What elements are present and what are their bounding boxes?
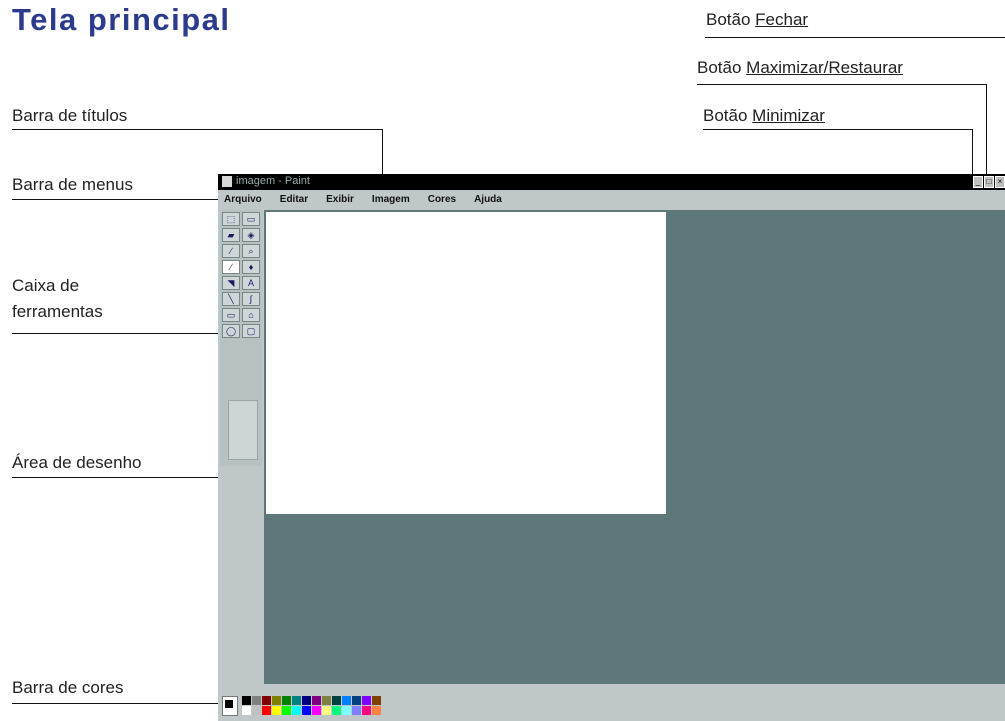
color-swatch[interactable] xyxy=(312,696,321,705)
text-icon[interactable]: A xyxy=(242,276,260,290)
color-swatch[interactable] xyxy=(252,696,261,705)
menu-exibir[interactable]: Exibir xyxy=(326,194,354,205)
fill-icon[interactable]: ◈ xyxy=(242,228,260,242)
leader-line-maximizar xyxy=(697,84,987,85)
toolbox: ⬚ ▭ ▰ ◈ ∕ ⌕ ∕ ♦ ◥ A ╲ ∫ ▭ ⌂ ◯ ▢ xyxy=(220,210,262,466)
color-swatch[interactable] xyxy=(332,706,341,715)
callout-menus: Barra de menus xyxy=(12,175,133,194)
callout-maximizar: Botão Maximizar/Restaurar xyxy=(697,58,903,78)
leader-line-titulos xyxy=(12,129,382,130)
brush-icon[interactable]: ♦ xyxy=(242,260,260,274)
free-select-icon[interactable]: ⬚ xyxy=(222,212,240,226)
color-swatch[interactable] xyxy=(262,696,271,705)
window-controls: _ □ × xyxy=(973,176,1005,188)
color-swatch[interactable] xyxy=(302,706,311,715)
color-bar xyxy=(218,690,1005,721)
callout-prefix: Botão xyxy=(706,10,756,29)
color-swatch[interactable] xyxy=(312,706,321,715)
color-swatch[interactable] xyxy=(282,696,291,705)
color-swatch[interactable] xyxy=(292,696,301,705)
color-palette xyxy=(242,696,381,715)
callout-link: Minimizar xyxy=(752,106,825,125)
callout-link: Fechar xyxy=(755,10,809,29)
leader-line-minimizar xyxy=(703,129,973,130)
menu-ajuda[interactable]: Ajuda xyxy=(474,194,502,205)
curve-icon[interactable]: ∫ xyxy=(242,292,260,306)
paint-window: imagem - Paint _ □ × Arquivo Editar Exib… xyxy=(218,174,1005,721)
title-bar[interactable]: imagem - Paint _ □ × xyxy=(218,174,1005,190)
color-swatch[interactable] xyxy=(372,696,381,705)
callout-prefix: Botão xyxy=(703,106,753,125)
color-swatch[interactable] xyxy=(362,696,371,705)
callout-minimizar: Botão Minimizar xyxy=(703,106,825,126)
leader-line-cores xyxy=(12,703,222,704)
leader-line-titulos-drop xyxy=(382,129,383,175)
color-swatch[interactable] xyxy=(272,696,281,705)
color-swatch[interactable] xyxy=(282,706,291,715)
minimize-button[interactable]: _ xyxy=(973,176,983,188)
menu-editar[interactable]: Editar xyxy=(280,194,308,205)
color-swatch[interactable] xyxy=(262,706,271,715)
current-colors xyxy=(222,696,238,716)
workspace xyxy=(264,210,1005,684)
pencil-icon[interactable]: ∕ xyxy=(222,260,240,274)
callout-desenho: Área de desenho xyxy=(12,453,142,472)
menu-bar: Arquivo Editar Exibir Imagem Cores Ajuda xyxy=(218,190,1005,208)
color-swatch[interactable] xyxy=(322,706,331,715)
color-swatch[interactable] xyxy=(322,696,331,705)
color-swatch[interactable] xyxy=(352,696,361,705)
menu-cores[interactable]: Cores xyxy=(428,194,456,205)
color-swatch[interactable] xyxy=(372,706,381,715)
color-swatch[interactable] xyxy=(302,696,311,705)
leader-line-minimizar-drop xyxy=(972,129,973,176)
color-swatch[interactable] xyxy=(292,706,301,715)
callout-titulos: Barra de títulos xyxy=(12,106,128,125)
rounded-rect-icon[interactable]: ▢ xyxy=(242,324,260,338)
tool-options-panel[interactable] xyxy=(228,400,258,460)
color-swatch[interactable] xyxy=(272,706,281,715)
ellipse-icon[interactable]: ◯ xyxy=(222,324,240,338)
leader-line-maximizar-drop xyxy=(986,84,987,176)
paint-app-icon[interactable] xyxy=(222,176,232,187)
color-swatch[interactable] xyxy=(332,696,341,705)
page-title: Tela principal xyxy=(12,2,231,37)
color-swatch[interactable] xyxy=(342,696,351,705)
drawing-canvas[interactable] xyxy=(266,212,666,514)
color-swatch[interactable] xyxy=(352,706,361,715)
callout-ferramentas: Caixa de ferramentas xyxy=(12,276,103,321)
window-title: imagem - Paint xyxy=(236,175,310,187)
eraser-icon[interactable]: ▰ xyxy=(222,228,240,242)
color-swatch[interactable] xyxy=(242,696,251,705)
airbrush-icon[interactable]: ◥ xyxy=(222,276,240,290)
rect-select-icon[interactable]: ▭ xyxy=(242,212,260,226)
callout-fechar: Botão Fechar xyxy=(706,10,808,30)
rectangle-icon[interactable]: ▭ xyxy=(222,308,240,322)
polygon-icon[interactable]: ⌂ xyxy=(242,308,260,322)
color-swatch[interactable] xyxy=(342,706,351,715)
line-icon[interactable]: ╲ xyxy=(222,292,240,306)
callout-prefix: Botão xyxy=(697,58,747,77)
foreground-color xyxy=(225,700,233,708)
pick-color-icon[interactable]: ∕ xyxy=(222,244,240,258)
tools-grid: ⬚ ▭ ▰ ◈ ∕ ⌕ ∕ ♦ ◥ A ╲ ∫ ▭ ⌂ ◯ ▢ xyxy=(222,212,260,338)
menu-imagem[interactable]: Imagem xyxy=(372,194,410,205)
leader-line-fechar xyxy=(705,37,1005,38)
color-swatch[interactable] xyxy=(252,706,261,715)
color-swatch[interactable] xyxy=(242,706,251,715)
callout-cores: Barra de cores xyxy=(12,678,124,697)
menu-arquivo[interactable]: Arquivo xyxy=(224,194,262,205)
close-button[interactable]: × xyxy=(995,176,1005,188)
maximize-button[interactable]: □ xyxy=(984,176,994,188)
color-swatch[interactable] xyxy=(362,706,371,715)
magnifier-icon[interactable]: ⌕ xyxy=(242,244,260,258)
callout-link: Maximizar/Restaurar xyxy=(746,58,903,77)
